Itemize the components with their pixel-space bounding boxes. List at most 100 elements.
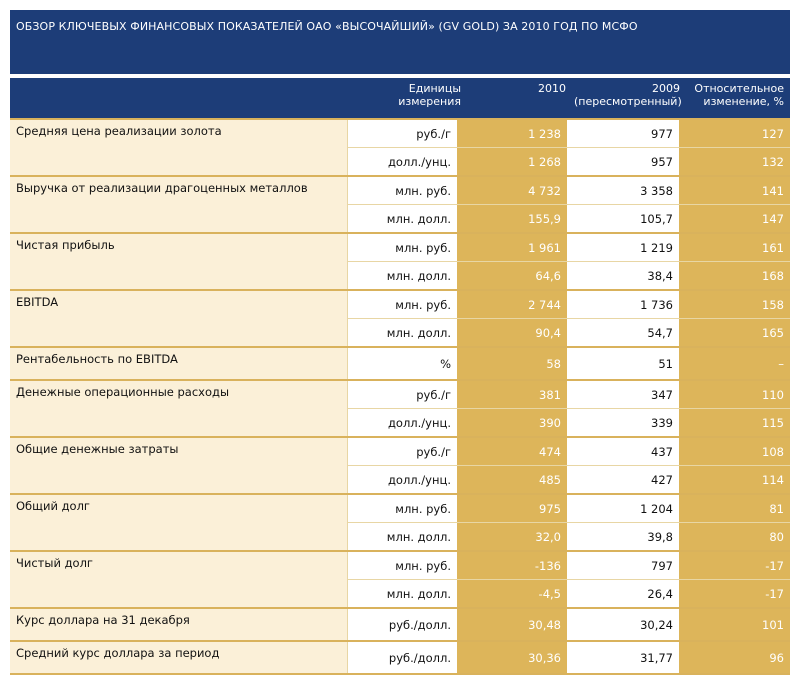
unit-cell: млн. руб. [347,493,457,523]
header-2010-label: 2010 [538,82,566,95]
table-row: Средняя цена реализации золота руб./г 1 23… [10,118,790,177]
indicator-name: EBITDA [10,289,348,348]
indicator-name: Чистый долг [10,550,348,609]
relative-change-cell: 168 [679,261,790,291]
relative-change-cell: 158 [679,289,790,319]
table-row: Выручка от реализации драгоценных металл… [10,175,790,234]
table-row: EBITDA млн. руб. 2 744 1 736 158 [10,289,790,348]
unit-cell: руб./долл. [347,607,457,642]
relative-change-cell: -17 [679,579,790,609]
value-2010-cell: 474 [457,436,567,466]
indicator-name: Выручка от реализации драгоценных металл… [10,175,348,234]
relative-change-cell: 132 [679,147,790,177]
value-2010-cell: 1 238 [457,118,567,148]
relative-change-cell: 147 [679,204,790,234]
value-2009-cell: 427 [567,465,679,495]
value-2010-cell: 390 [457,408,567,438]
header-change: Относительное изменение, % [682,82,784,108]
unit-cell: долл./унц. [347,408,457,438]
value-2009-cell: 1 736 [567,289,679,319]
value-2010-cell: 975 [457,493,567,523]
value-2009-cell: 30,24 [567,607,679,642]
value-2009-cell: 51 [567,346,679,381]
unit-cell: долл./унц. [347,465,457,495]
relative-change-cell: 80 [679,522,790,552]
unit-cell: руб./г [347,436,457,466]
header-2009: 2009 (пересмотренный) [574,82,682,108]
table-row: Чистый долг млн. руб. -136 797 -17 [10,550,790,609]
value-2010-cell: 155,9 [457,204,567,234]
value-2010-cell: 1 268 [457,147,567,177]
value-2009-cell: 977 [567,118,679,148]
financial-table: Средняя цена реализации золота руб./г 1 23… [10,118,790,675]
unit-cell: млн. долл. [347,579,457,609]
table-header: Единицы измерения 2010 2009 (пересмотрен… [10,78,790,118]
unit-cell: руб./г [347,379,457,409]
unit-cell: млн. руб. [347,289,457,319]
value-2010-cell: 1 961 [457,232,567,262]
value-2010-cell: 381 [457,379,567,409]
relative-change-cell: 141 [679,175,790,205]
value-2010-cell: 30,48 [457,607,567,642]
table-row: Курс доллара на 31 декабря руб./долл. 30,4… [10,607,790,642]
report-page: ОБЗОР КЛЮЧЕВЫХ ФИНАНСОВЫХ ПОКАЗАТЕЛЕЙ ОА… [0,0,800,675]
value-2009-cell: 26,4 [567,579,679,609]
unit-cell: долл./унц. [347,147,457,177]
relative-change-cell: 96 [679,640,790,675]
value-2009-cell: 797 [567,550,679,580]
relative-change-cell: 127 [679,118,790,148]
relative-change-cell: – [679,346,790,381]
value-2009-cell: 39,8 [567,522,679,552]
value-2009-cell: 31,77 [567,640,679,675]
unit-cell: млн. долл. [347,522,457,552]
value-2009-cell: 1 219 [567,232,679,262]
title-bar: ОБЗОР КЛЮЧЕВЫХ ФИНАНСОВЫХ ПОКАЗАТЕЛЕЙ ОА… [10,10,790,74]
unit-cell: % [347,346,457,381]
indicator-name: Общие денежные затраты [10,436,348,495]
value-2009-cell: 54,7 [567,318,679,348]
indicator-name: Средняя цена реализации золота [10,118,348,177]
relative-change-cell: 165 [679,318,790,348]
value-2010-cell: 30,36 [457,640,567,675]
page-title: ОБЗОР КЛЮЧЕВЫХ ФИНАНСОВЫХ ПОКАЗАТЕЛЕЙ ОА… [16,20,638,33]
value-2010-cell: 90,4 [457,318,567,348]
value-2010-cell: 32,0 [457,522,567,552]
indicator-name: Денежные операционные расходы [10,379,348,438]
value-2009-cell: 3 358 [567,175,679,205]
relative-change-cell: 114 [679,465,790,495]
header-units-line-1: Единицы [408,82,461,95]
unit-cell: млн. руб. [347,175,457,205]
value-2010-cell: 58 [457,346,567,381]
value-2009-cell: 347 [567,379,679,409]
relative-change-cell: 115 [679,408,790,438]
indicator-name: Средний курс доллара за период [10,640,348,675]
indicator-name: Общий долг [10,493,348,552]
header-2009-line-2: (пересмотренный) [574,95,682,108]
value-2010-cell: 64,6 [457,261,567,291]
header-units-line-2: измерения [398,95,461,108]
unit-cell: млн. руб. [347,550,457,580]
financial-table-body: Средняя цена реализации золота руб./г 1 23… [10,118,790,675]
value-2010-cell: -4,5 [457,579,567,609]
value-2009-cell: 105,7 [567,204,679,234]
table-row: Рентабельность по EBITDA% 58 51– [10,346,790,381]
table-row: Средний курс доллара за период руб./долл.… [10,640,790,675]
header-change-line-2: изменение, % [703,95,784,108]
table-row: Общие денежные затраты руб./г 474 437 108 [10,436,790,495]
unit-cell: руб./долл. [347,640,457,675]
header-2010: 2010 [470,82,566,95]
unit-cell: млн. руб. [347,232,457,262]
unit-cell: млн. долл. [347,204,457,234]
table-row: Денежные операционные расходы руб./г 381 34… [10,379,790,438]
unit-cell: млн. долл. [347,318,457,348]
unit-cell: руб./г [347,118,457,148]
header-2009-line-1: 2009 [652,82,680,95]
relative-change-cell: 108 [679,436,790,466]
value-2010-cell: 2 744 [457,289,567,319]
indicator-name: Рентабельность по EBITDA [10,346,348,381]
header-units: Единицы измерения [365,82,461,108]
value-2010-cell: -136 [457,550,567,580]
header-change-line-1: Относительное [694,82,784,95]
unit-cell: млн. долл. [347,261,457,291]
indicator-name: Чистая прибыль [10,232,348,291]
